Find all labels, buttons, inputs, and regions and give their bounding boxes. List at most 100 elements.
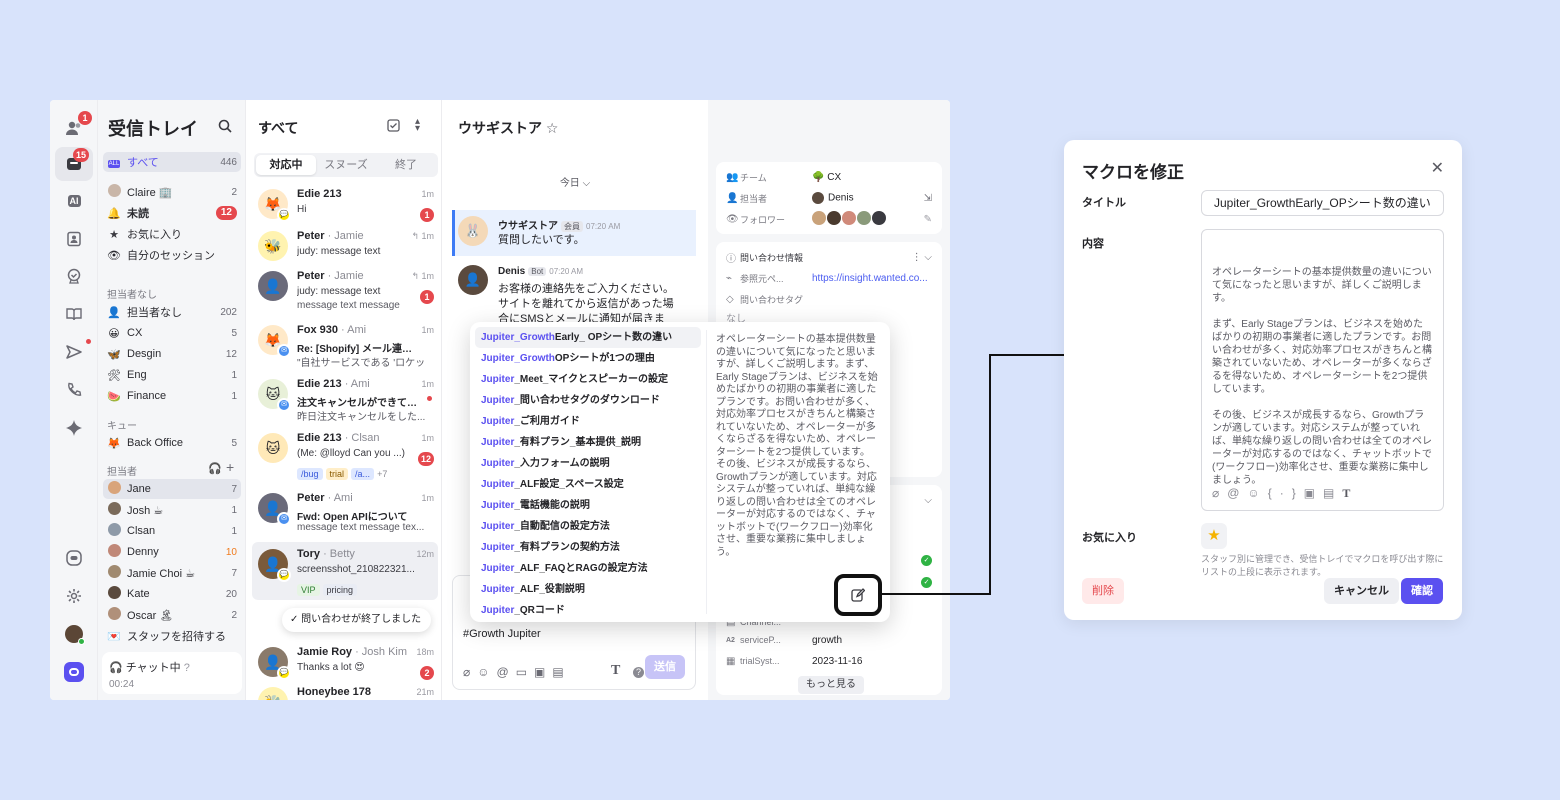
channel-logo-icon[interactable] <box>62 660 86 684</box>
sidebar-item-back-office[interactable]: 🦊 Back Office 5 <box>103 433 241 453</box>
image-icon[interactable]: ▣ <box>1304 486 1323 500</box>
sidebar-item-invite[interactable]: 💌 スタッフを招待する <box>103 626 241 646</box>
macro-title-input[interactable]: Jupiter_GrowthEarly_OPシート数の違い <box>1201 190 1444 216</box>
cancel-button[interactable]: キャンセル <box>1324 578 1399 604</box>
follower-avatars[interactable] <box>812 210 886 228</box>
clipboard-icon[interactable]: ▤ <box>1323 486 1342 500</box>
macro-item[interactable]: Jupiter_ALF_役割説明 <box>475 579 701 600</box>
list-item[interactable]: 🐝 Honeybee 178 21m <box>252 680 438 700</box>
macro-item[interactable]: Jupiter_自動配信の設定方法 <box>475 516 701 537</box>
close-icon[interactable]: ✕ <box>1431 158 1444 178</box>
tag-more: +7 <box>377 469 388 479</box>
list-item[interactable]: 🦊✉ Fox 930 · Ami 1m Re: [Shopify] メール連携に… <box>252 318 438 374</box>
text-format-icon[interactable]: T <box>1342 486 1358 500</box>
star-outline-icon[interactable]: ☆ <box>546 120 559 136</box>
edit-icon <box>851 588 865 602</box>
tab-snooze[interactable]: スヌーズ <box>316 155 376 175</box>
fox-icon: 🦊 <box>107 437 121 450</box>
clipboard-icon[interactable]: ▤ <box>552 665 570 679</box>
sidebar-item-my-sessions[interactable]: 👁 自分のセッション <box>103 245 241 265</box>
sidebar-item-jamie-choi[interactable]: Jamie Choi ☕ 7 <box>103 563 241 583</box>
sidebar-item-eng[interactable]: 🛠 Eng 1 <box>103 365 241 385</box>
macro-item[interactable]: Jupiter_問い合わせタグのダウンロード <box>475 390 701 411</box>
tab-closed[interactable]: 終了 <box>376 155 436 175</box>
emoji-icon[interactable]: ☺ <box>477 665 496 679</box>
more-icon[interactable]: ⋮ ⌵ <box>912 252 932 263</box>
composer-input[interactable]: #Growth Jupiter <box>463 628 541 640</box>
show-more-button[interactable]: もっと見る <box>798 676 864 694</box>
send-icon[interactable] <box>62 340 86 364</box>
emoji-icon[interactable]: ☺ <box>1247 486 1267 500</box>
sidebar-item-jane[interactable]: Jane 7 <box>103 479 241 499</box>
contact-card-icon[interactable] <box>62 227 86 251</box>
macro-item[interactable]: Jupiter_GrowthOPシートが1つの理由 <box>475 348 701 369</box>
sidebar-item-unread[interactable]: 🔔 未読 12 <box>103 203 241 223</box>
sidebar-item-design[interactable]: 🦋 Desgin 12 <box>103 344 241 364</box>
variable-icon[interactable]: {·} <box>1268 486 1304 500</box>
confirm-button[interactable]: 確認 <box>1401 578 1443 604</box>
sidebar-item-favorites[interactable]: ★ お気に入り <box>103 224 241 244</box>
search-icon[interactable] <box>218 119 232 136</box>
macro-item[interactable]: Jupiter_ご利用ガイド <box>475 411 701 432</box>
sidebar-item-denny[interactable]: Denny 10 <box>103 542 241 562</box>
list-item[interactable]: 👤 💬 Tory · Betty 12m screensshot_21082232… <box>252 542 438 600</box>
favorite-star-button[interactable]: ★ <box>1201 523 1227 549</box>
mention-icon[interactable]: @ <box>1227 486 1247 500</box>
sidebar-item-josh[interactable]: Josh ☕ 1 <box>103 500 241 520</box>
sort-icon[interactable]: ▴ ▾ <box>415 117 420 134</box>
my-avatar[interactable] <box>62 622 86 646</box>
date-divider[interactable]: 今日 ⌵ <box>442 174 708 189</box>
macro-item[interactable]: Jupiter_ALF_FAQとRAGの設定方法 <box>475 558 701 579</box>
checkbox-icon[interactable] <box>387 119 400 135</box>
macro-item[interactable]: Jupiter_有料プラン_基本提供_説明 <box>475 432 701 453</box>
help-icon[interactable]: ? <box>633 667 644 678</box>
macro-item[interactable]: Jupiter_ALF設定_スペース設定 <box>475 474 701 495</box>
sidebar-item-unassigned[interactable]: 👤 担当者なし 202 <box>103 302 241 322</box>
edit-icon[interactable]: ✎ <box>924 214 932 225</box>
message-text: 質問したいです。 <box>498 234 585 246</box>
chat-status-box[interactable]: 🎧 チャット中 ? 00:24 <box>102 652 242 694</box>
eye-icon: 👁 <box>107 249 121 262</box>
sidebar-item-clsan[interactable]: Clsan 1 <box>103 521 241 541</box>
delete-button[interactable]: 削除 <box>1082 578 1124 604</box>
sidebar-item-finance[interactable]: 🍉 Finance 1 <box>103 386 241 406</box>
image-icon[interactable]: ▣ <box>534 665 552 679</box>
attach-icon[interactable]: ⌀ <box>463 665 477 679</box>
dialog-title: マクロを修正 <box>1082 163 1184 182</box>
sidebar-item-all[interactable]: ALL すべて 446 <box>103 152 241 172</box>
sidebar-item-cx[interactable]: 😀 CX 5 <box>103 323 241 343</box>
macro-item[interactable]: Jupiter_QRコード <box>475 600 701 621</box>
phone-icon[interactable] <box>62 378 86 402</box>
ref-url-link[interactable]: https://insight.wanted.co... <box>812 273 928 284</box>
macro-item[interactable]: Jupiter_有料プランの契約方法 <box>475 537 701 558</box>
headset-icon[interactable]: 🎧 <box>208 462 222 475</box>
ai-icon[interactable]: AI <box>62 189 86 213</box>
list-item[interactable]: 🐱 ✉ Edie 213 · Ami 1m 注文キャンセルができている 昨日注文キ… <box>252 372 438 428</box>
send-button[interactable]: 送信 <box>645 655 685 679</box>
badge-check-icon[interactable] <box>62 264 86 288</box>
tab-open[interactable]: 対応中 <box>256 155 316 175</box>
macro-item[interactable]: Jupiter_電話機能の説明 <box>475 495 701 516</box>
gear-icon[interactable] <box>62 584 86 608</box>
macro-item[interactable]: Jupiter_入力フォームの説明 <box>475 453 701 474</box>
assign-self-icon[interactable]: ⇲ <box>924 193 932 204</box>
macro-item[interactable]: Jupiter_Meet_マイクとスピーカーの設定 <box>475 369 701 390</box>
sidebar-item-oscar[interactable]: Oscar 🏝 2 <box>103 605 241 625</box>
list-item[interactable]: 👤 ✉ Peter · Ami 1m Fwd: Open APIについて mess… <box>252 486 438 542</box>
list-item[interactable]: 👤 Peter · Jamie ↰ 1m judy: message text … <box>252 264 438 320</box>
messenger-icon[interactable] <box>62 546 86 570</box>
add-icon[interactable]: + <box>226 459 234 475</box>
macro-icon[interactable]: ▭ <box>516 665 534 679</box>
list-item[interactable]: 🐱 Edie 213 · Clsan 1m (Me: @lloyd Can yo… <box>252 426 438 482</box>
sparkle-icon[interactable] <box>62 416 86 440</box>
sidebar-item-kate[interactable]: Kate 20 <box>103 584 241 604</box>
text-format-icon[interactable]: T <box>611 663 620 679</box>
edit-macro-button[interactable] <box>834 574 882 616</box>
book-icon[interactable] <box>62 302 86 326</box>
macro-item[interactable]: Jupiter_GrowthEarly_ OPシート数の違い <box>475 327 701 348</box>
mention-icon[interactable]: @ <box>497 665 516 679</box>
sidebar-item-claire[interactable]: Claire 🏢 2 <box>103 182 241 202</box>
macro-content-textarea[interactable]: オペレーターシートの基本提供数量の違いについて気になったと思いますが、詳しくご説… <box>1201 229 1444 511</box>
attach-icon[interactable]: ⌀ <box>1212 486 1227 500</box>
chevron-down-icon[interactable]: ⌵ <box>924 495 932 506</box>
